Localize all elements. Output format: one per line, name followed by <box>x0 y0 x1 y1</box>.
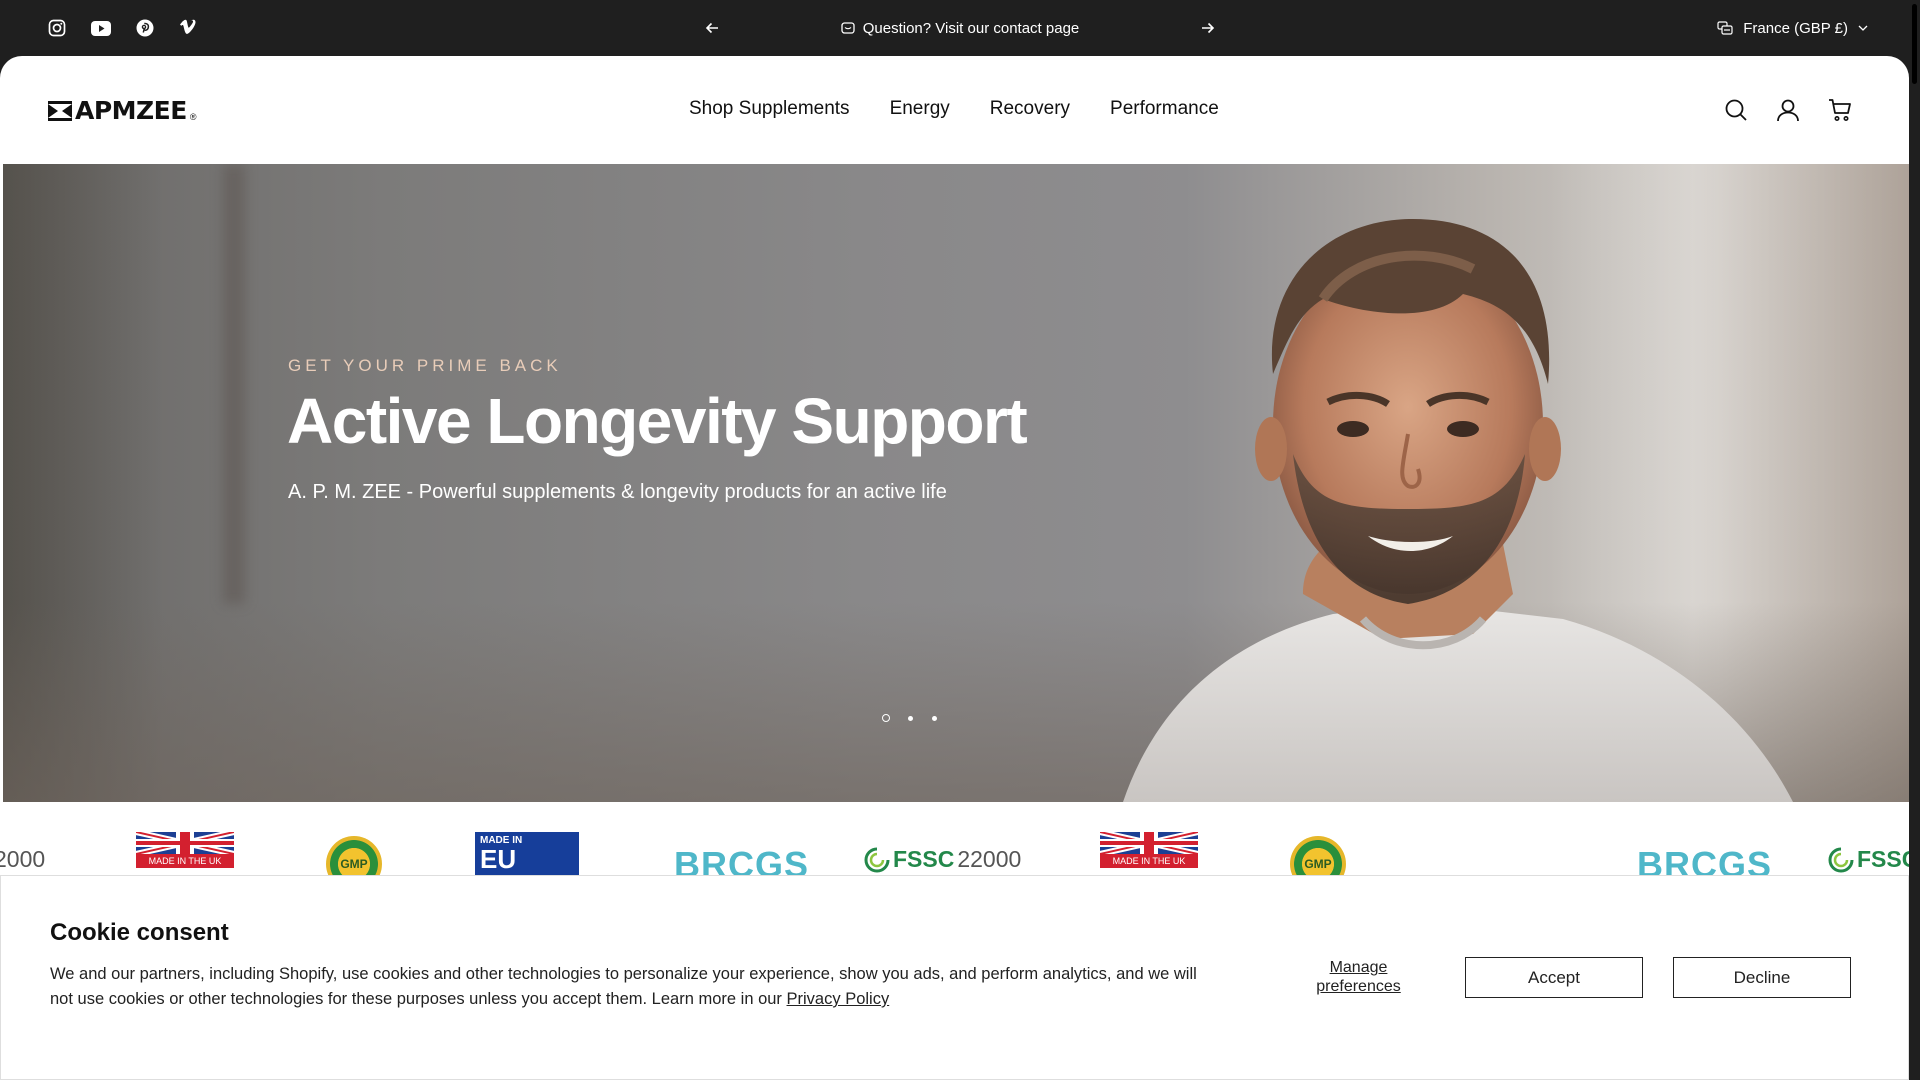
fssc-logo: FSSC 22000 <box>864 846 1021 873</box>
decline-button[interactable]: Decline <box>1673 957 1851 998</box>
search-icon[interactable] <box>1722 96 1750 124</box>
cookie-body: We and our partners, including Shopify, … <box>50 962 1200 1012</box>
slide-dot-3[interactable] <box>929 713 939 723</box>
made-in-uk-logo-2: MADE IN THE UK <box>1100 832 1198 868</box>
logo-text: APMZEE <box>75 96 187 125</box>
fssc-swirl-icon <box>864 847 890 872</box>
fssc-logo-partial: 2000 <box>0 846 46 872</box>
privacy-policy-link[interactable]: Privacy Policy <box>787 990 890 1008</box>
slide-dot-1[interactable] <box>881 713 891 723</box>
hero-background-pillar <box>223 164 245 604</box>
nav-energy[interactable]: Energy <box>890 98 950 120</box>
brand-logo[interactable]: APMZEE ® <box>48 96 196 125</box>
account-icon[interactable] <box>1774 96 1802 124</box>
slideshow-pagination <box>881 713 939 723</box>
registered-mark: ® <box>189 111 197 122</box>
nav-recovery[interactable]: Recovery <box>990 98 1070 120</box>
announcement-next-button[interactable] <box>1196 16 1220 40</box>
made-in-uk-logo: MADE IN THE UK <box>136 832 234 868</box>
hero-tagline: GET YOUR PRIME BACK <box>288 356 562 375</box>
hero-man-image <box>1123 219 1793 802</box>
logo-mark-icon <box>48 100 72 121</box>
accept-button[interactable]: Accept <box>1465 957 1643 998</box>
cookie-title: Cookie consent <box>50 919 229 946</box>
scrollbar-thumb[interactable] <box>1912 4 1917 84</box>
social-links <box>46 17 200 39</box>
nav-performance[interactable]: Performance <box>1110 98 1219 120</box>
scrollbar[interactable] <box>1909 0 1920 1080</box>
announcement-bar: Question? Visit our contact page France … <box>0 0 1920 56</box>
announcement-link[interactable]: Question? Visit our contact page <box>841 19 1080 37</box>
site-header: APMZEE ® Shop Supplements Energy Recover… <box>0 56 1909 164</box>
arrow-left-icon <box>705 22 718 34</box>
hero-slideshow: GET YOUR PRIME BACK Active Longevity Sup… <box>3 164 1909 802</box>
country-currency-selector[interactable]: France (GBP £) <box>1717 0 1868 56</box>
pinterest-icon[interactable] <box>134 17 156 39</box>
hero-title: Active Longevity Support <box>287 385 1028 457</box>
announcement-text: Question? Visit our contact page <box>862 19 1080 37</box>
header-actions <box>1722 96 1854 124</box>
nav-shop-supplements[interactable]: Shop Supplements <box>689 98 850 120</box>
fssc-swirl-icon <box>1828 847 1854 872</box>
currency-icon <box>1717 21 1733 35</box>
announcement-prev-button[interactable] <box>700 16 724 40</box>
main-nav: Shop Supplements Energy Recovery Perform… <box>689 98 1219 120</box>
hero-subtitle: A. P. M. ZEE - Powerful supplements & lo… <box>288 481 947 503</box>
chevron-down-icon <box>1858 25 1868 31</box>
arrow-right-icon <box>1202 22 1215 34</box>
chat-bubble-icon <box>841 21 855 34</box>
instagram-icon[interactable] <box>46 17 68 39</box>
cookie-consent-banner: Cookie consent We and our partners, incl… <box>0 875 1909 1080</box>
manage-preferences-link[interactable]: Manage preferences <box>1301 958 1416 996</box>
youtube-icon[interactable] <box>90 17 112 39</box>
cart-icon[interactable] <box>1826 96 1854 124</box>
cookie-body-text: We and our partners, including Shopify, … <box>50 965 1197 1008</box>
slide-dot-2[interactable] <box>905 713 915 723</box>
fssc-logo-2: FSSC <box>1828 846 1909 873</box>
vimeo-icon[interactable] <box>178 17 200 39</box>
locale-label: France (GBP £) <box>1743 19 1848 37</box>
announcement-carousel: Question? Visit our contact page <box>700 0 1220 56</box>
